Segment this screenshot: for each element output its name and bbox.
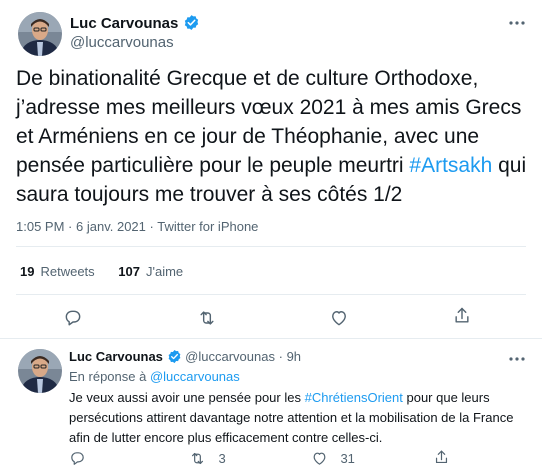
like-count: 31	[340, 451, 355, 467]
reply-icon[interactable]	[63, 308, 83, 328]
tweet-text: De binationalité Grecque et de culture O…	[16, 64, 528, 209]
reply-like-action[interactable]: 31	[311, 450, 355, 468]
reply-author-name[interactable]: Luc Carvounas	[69, 349, 163, 364]
retweets-count: 19	[20, 264, 35, 279]
divider	[16, 246, 526, 247]
author-handle[interactable]: @luccarvounas	[70, 34, 174, 51]
more-icon[interactable]	[508, 350, 526, 368]
reply-author-line: Luc Carvounas @luccarvounas · 9h	[69, 349, 301, 364]
tweet-source[interactable]: Twitter for iPhone	[157, 219, 258, 234]
avatar-image	[18, 349, 62, 393]
retweet-icon	[189, 450, 206, 467]
likes-label: J'aime	[146, 264, 184, 279]
divider	[16, 294, 526, 295]
retweets-stat[interactable]: 19 Retweets	[20, 264, 95, 279]
like-icon[interactable]	[329, 308, 349, 328]
share-icon[interactable]	[452, 306, 472, 326]
reply-avatar[interactable]	[18, 349, 62, 393]
reply-icon[interactable]	[69, 450, 86, 467]
reply-retweet-action[interactable]: 3	[189, 450, 226, 468]
retweet-icon[interactable]	[197, 308, 217, 328]
in-reply-to: En réponse à @luccarvounas	[69, 369, 240, 384]
reply-dot: ·	[278, 349, 283, 364]
retweet-count: 3	[218, 451, 226, 467]
author-name[interactable]: Luc Carvounas	[70, 15, 178, 32]
reply-text-part: Je veux aussi avoir une pensée pour les	[69, 390, 305, 405]
hashtag-link[interactable]: #Artsakh	[409, 154, 492, 177]
hashtag-link[interactable]: #ChrétiensOrient	[305, 390, 403, 405]
tweet-stats: 19 Retweets 107 J'aime	[20, 264, 183, 279]
likes-stat[interactable]: 107 J'aime	[118, 264, 183, 279]
avatar[interactable]	[18, 12, 62, 56]
meta-separator: ·	[149, 219, 154, 234]
reply-author-handle[interactable]: @luccarvounas	[185, 349, 275, 364]
retweets-label: Retweets	[40, 264, 95, 279]
in-reply-prefix: En réponse à	[69, 369, 147, 384]
tweet-meta: 1:05 PM · 6 janv. 2021 · Twitter for iPh…	[16, 219, 258, 234]
in-reply-handle[interactable]: @luccarvounas	[150, 369, 240, 384]
verified-badge-icon	[167, 349, 182, 364]
reply-text: Je veux aussi avoir une pensée pour les …	[69, 388, 529, 448]
divider	[0, 338, 542, 339]
likes-count: 107	[118, 264, 140, 279]
like-icon	[311, 450, 328, 467]
meta-separator: ·	[68, 219, 73, 234]
verified-badge-icon	[183, 14, 200, 31]
share-icon[interactable]	[433, 449, 450, 466]
reply-time[interactable]: 9h	[287, 349, 301, 364]
tweet-time[interactable]: 1:05 PM	[16, 219, 64, 234]
tweet-date[interactable]: 6 janv. 2021	[76, 219, 146, 234]
more-icon[interactable]	[508, 14, 526, 32]
author-line: Luc Carvounas	[70, 14, 200, 34]
avatar-image	[18, 12, 62, 56]
